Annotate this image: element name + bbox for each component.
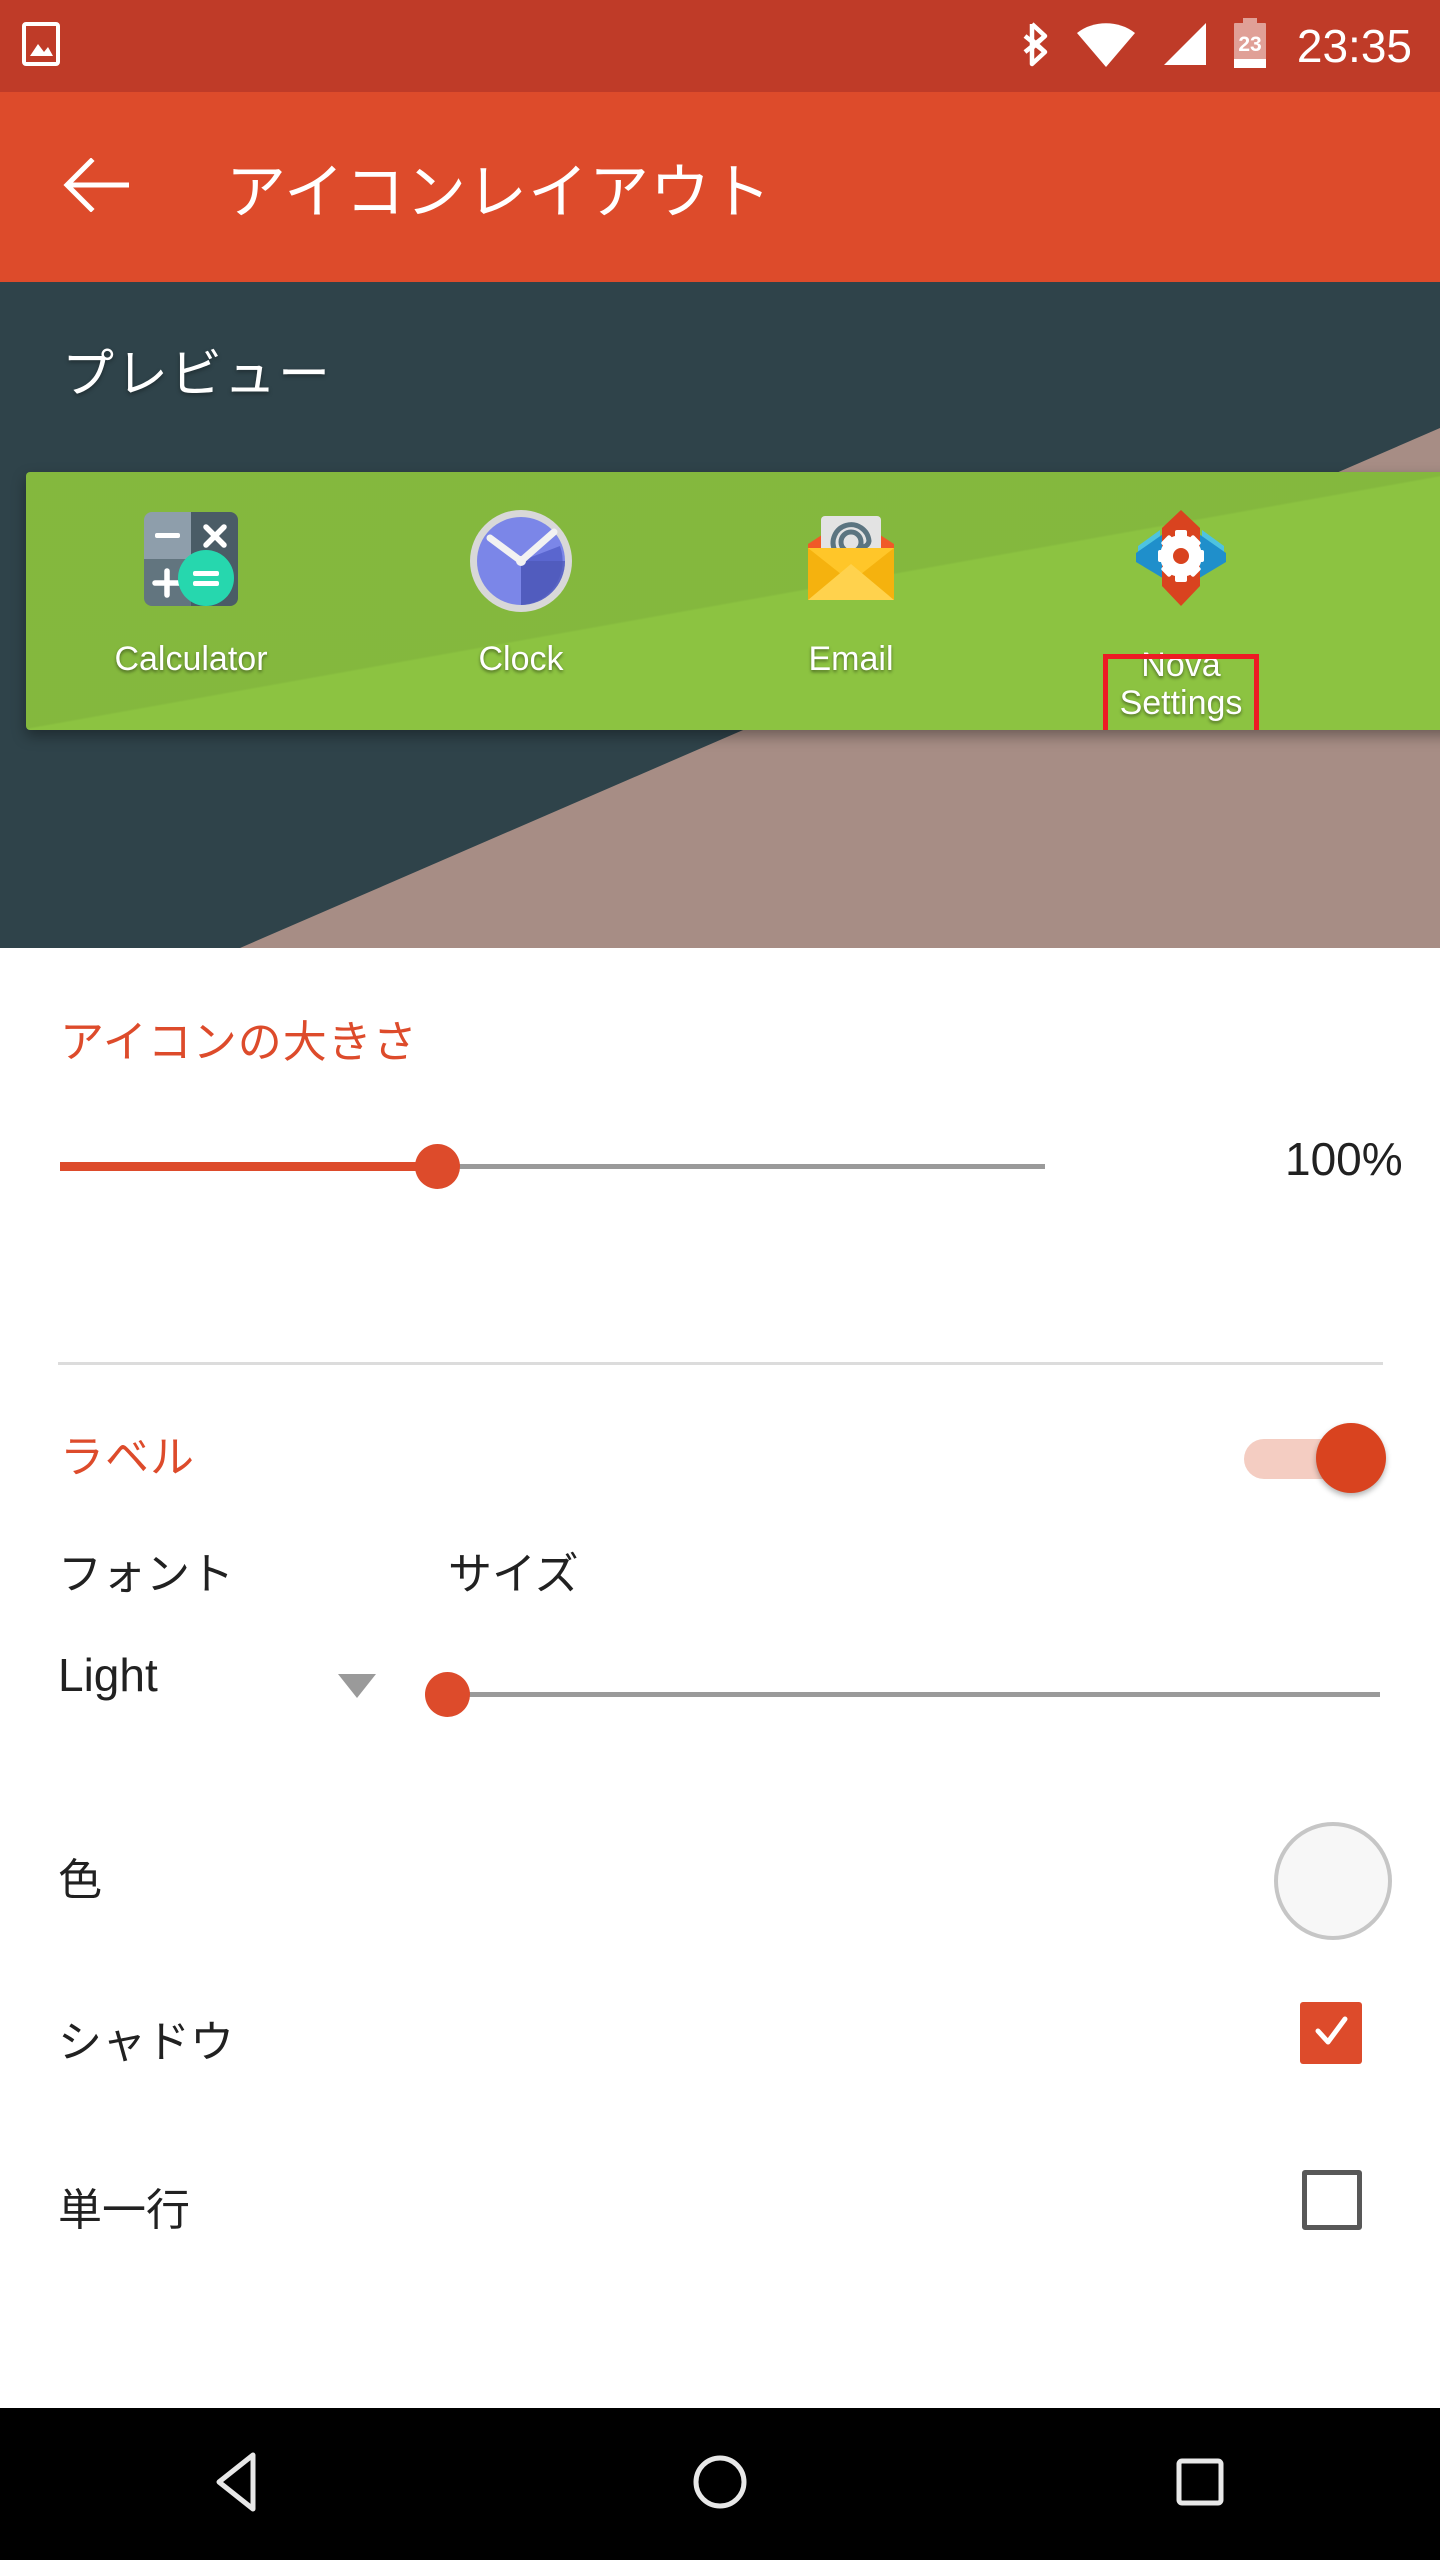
page-title: アイコンレイアウト — [226, 158, 772, 226]
label-title: ラベル — [60, 1433, 195, 1482]
label-toggle-switch[interactable] — [1244, 1419, 1394, 1497]
icon-size-value: 100% — [1285, 1133, 1403, 1185]
slider-thumb[interactable] — [415, 1144, 460, 1189]
wifi-icon — [1075, 20, 1137, 73]
color-label: 色 — [58, 1856, 102, 1905]
setting-color[interactable]: 色 — [0, 1816, 1440, 1946]
color-swatch[interactable] — [1274, 1822, 1392, 1940]
setting-shadow[interactable]: シャドウ — [0, 1984, 1440, 2104]
preview-app-clock[interactable]: Clock — [356, 502, 686, 678]
navigation-bar — [0, 2408, 1440, 2560]
single-line-label: 単一行 — [58, 2186, 190, 2235]
app-bar: アイコンレイアウト — [0, 92, 1440, 282]
status-bar-right: 23 23:35 — [1023, 17, 1412, 75]
icon-size-slider[interactable]: 100% — [60, 1126, 1403, 1206]
cellular-signal-icon — [1159, 20, 1209, 73]
preview-heading: プレビュー — [62, 346, 333, 404]
email-icon — [790, 502, 912, 624]
nova-settings-icon — [1120, 502, 1242, 624]
clock-icon — [460, 502, 582, 624]
preview-app-label-line2: Settings — [1119, 684, 1243, 723]
preview-app-calculator[interactable]: Calculator — [26, 502, 356, 678]
font-header: フォント — [58, 1550, 234, 1599]
preview-app-nova-settings[interactable]: Nova Settings — [1016, 502, 1346, 730]
calculator-icon — [130, 502, 252, 624]
nav-recents-square-icon — [1171, 2453, 1229, 2516]
slider-fill — [60, 1162, 435, 1171]
preview-icon-row: Calculator Clock Email Nova Settings — [26, 472, 1440, 730]
back-arrow-icon — [63, 156, 133, 217]
nav-recents-button[interactable] — [1110, 2408, 1290, 2560]
preview-card[interactable]: Calculator Clock Email Nova Settings — [26, 472, 1440, 730]
preview-section: プレビュー Calculator Clock Email Nova Settin… — [0, 282, 1440, 948]
shadow-checkbox[interactable] — [1300, 2002, 1362, 2064]
back-button[interactable] — [62, 151, 134, 223]
font-size-controls: Light — [0, 1648, 1440, 1738]
size-header: サイズ — [448, 1550, 579, 1599]
battery-icon: 23 — [1231, 17, 1269, 75]
preview-app-label: Email — [808, 640, 894, 678]
single-line-checkbox[interactable] — [1302, 2170, 1362, 2230]
shadow-label: シャドウ — [58, 2018, 234, 2067]
nav-home-button[interactable] — [630, 2408, 810, 2560]
font-size-headers: フォント サイズ — [0, 1538, 1440, 1608]
nav-home-circle-icon — [689, 2451, 751, 2518]
font-dropdown[interactable]: Light — [58, 1648, 158, 1702]
section-divider — [58, 1362, 1383, 1365]
preview-app-label: Clock — [478, 640, 564, 678]
chevron-down-icon[interactable] — [338, 1674, 376, 1698]
status-bar: 23 23:35 — [0, 0, 1440, 92]
image-icon — [22, 21, 60, 71]
icon-size-title: アイコンの大きさ — [60, 1018, 418, 1067]
bluetooth-icon — [1023, 20, 1053, 73]
nav-back-triangle-icon — [209, 2449, 271, 2520]
toggle-knob — [1316, 1423, 1386, 1493]
nav-back-button[interactable] — [150, 2408, 330, 2560]
check-icon — [1309, 2009, 1353, 2058]
status-bar-left — [22, 21, 60, 71]
preview-app-label: Calculator — [114, 640, 268, 678]
svg-text:23: 23 — [1238, 33, 1261, 56]
preview-app-label-line1: Nova — [1141, 646, 1221, 684]
setting-single-line[interactable]: 単一行 — [0, 2152, 1440, 2272]
preview-app-label-selected: Nova Settings — [1104, 640, 1259, 730]
size-slider-track[interactable] — [445, 1692, 1380, 1697]
phone-screen: 23 23:35 アイコンレイアウト プレビュー Calculator Cloc… — [0, 0, 1440, 2560]
status-bar-clock: 23:35 — [1296, 20, 1412, 72]
preview-app-email[interactable]: Email — [686, 502, 1016, 678]
setting-label: ラベル — [0, 1403, 1440, 1513]
size-slider-thumb[interactable] — [425, 1672, 470, 1717]
